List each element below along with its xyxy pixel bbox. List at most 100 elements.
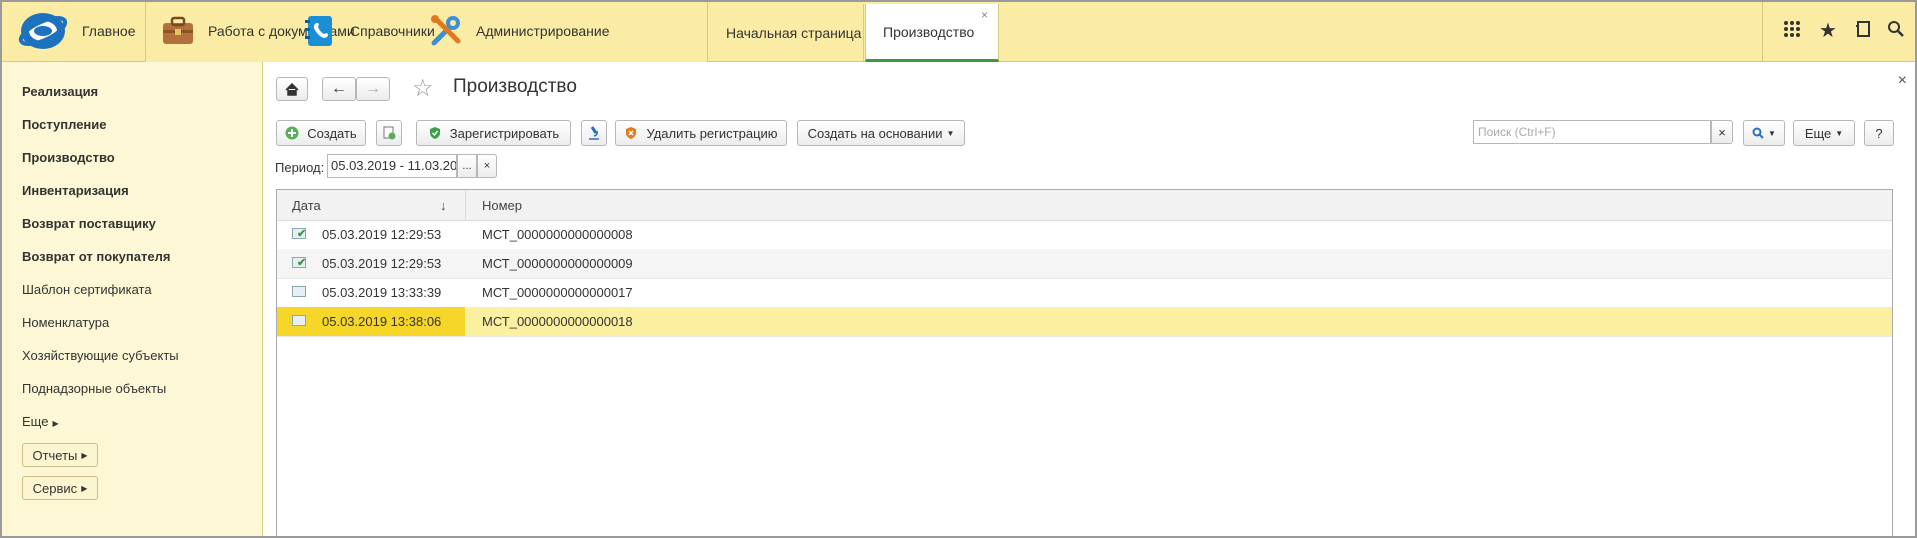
tab-production[interactable]: Производство × — [865, 4, 999, 62]
sidebar-item-inventory[interactable]: Инвентаризация — [22, 183, 129, 198]
row-date: 05.03.2019 13:33:39 — [322, 285, 442, 300]
close-form-icon[interactable]: × — [1898, 72, 1907, 90]
service-button-label: Сервис — [32, 480, 78, 496]
clear-icon: × — [1718, 124, 1726, 140]
row-date: 05.03.2019 13:38:06 — [322, 314, 442, 329]
sidebar-item-more[interactable]: Еще ▶ — [22, 414, 59, 429]
app-logo-icon — [18, 13, 68, 49]
sidebar-item-production[interactable]: Производство — [22, 150, 115, 165]
sidebar-item-certificate-template[interactable]: Шаблон сертификата — [22, 282, 152, 297]
section-administration-label: Администрирование — [476, 23, 610, 39]
delete-registration-button-label: Удалить регистрацию — [646, 125, 778, 141]
add-circle-icon — [285, 126, 299, 140]
row-number: МСТ_0000000000000008 — [482, 227, 633, 242]
home-section-label: Главное — [82, 23, 136, 39]
reports-button-label: Отчеты — [32, 447, 78, 463]
documents-table: Дата ↓ Номер ✔ 05.03.2019 12:29:53 МСТ_0… — [276, 189, 1893, 538]
document-icon — [292, 315, 306, 326]
table-row[interactable]: 05.03.2019 13:33:39 МСТ_0000000000000017 — [277, 278, 1892, 308]
more-button[interactable]: Еще ▼ — [1793, 120, 1855, 146]
posted-check-icon: ✔ — [297, 257, 307, 269]
register-button-label: Зарегистрировать — [449, 125, 560, 141]
sidebar-item-supervised-objects[interactable]: Поднадзорные объекты — [22, 381, 166, 396]
help-icon: ? — [1875, 125, 1883, 141]
history-glyph — [1856, 21, 1870, 37]
home-button[interactable] — [276, 77, 308, 101]
help-button[interactable]: ? — [1864, 120, 1894, 146]
row-number: МСТ_0000000000000009 — [482, 256, 633, 271]
search-icon[interactable] — [1885, 20, 1907, 42]
service-button[interactable]: Сервис ▶ — [22, 476, 98, 500]
back-button[interactable]: ← — [322, 77, 356, 101]
row-number: МСТ_0000000000000017 — [482, 285, 633, 300]
tab-close-icon[interactable]: × — [981, 8, 988, 22]
top-bar: Главное Работа с документами Справочники — [0, 0, 1917, 62]
row-number: МСТ_0000000000000018 — [482, 314, 633, 329]
apps-grid-glyph — [1784, 21, 1800, 37]
clear-icon: × — [483, 160, 491, 172]
period-clear-button[interactable]: × — [477, 154, 497, 178]
create-button-label: Создать — [307, 125, 357, 141]
sort-arrow-icon: ↓ — [440, 198, 447, 213]
section-administration[interactable]: Администрирование — [428, 0, 610, 62]
chevron-down-icon: ▼ — [1768, 128, 1776, 138]
chevron-down-icon: ▼ — [1835, 128, 1844, 138]
navigation-panel: Реализация Поступление Производство Инве… — [0, 62, 263, 538]
sidebar-item-more-label: Еще — [22, 414, 49, 429]
history-icon[interactable] — [1853, 20, 1875, 42]
column-divider[interactable] — [465, 190, 466, 220]
search-input[interactable]: Поиск (Ctrl+F) — [1473, 120, 1711, 144]
create-button[interactable]: Создать — [276, 120, 366, 146]
ellipsis-icon: ... — [462, 160, 472, 172]
forward-button[interactable]: → — [356, 77, 390, 101]
sidebar-item-receipts[interactable]: Поступление — [22, 117, 107, 132]
create-based-on-button-label: Создать на основании — [807, 125, 943, 141]
sidebar-item-business-entities[interactable]: Хозяйствующие субъекты — [22, 348, 179, 363]
toolbar-right: ★ — [1762, 0, 1917, 62]
search-icon — [1752, 127, 1764, 139]
section-references[interactable]: Справочники — [302, 0, 435, 62]
tab-start-page-label: Начальная страница — [726, 25, 862, 41]
triangle-right-icon: ▶ — [81, 450, 88, 460]
apps-grid-icon[interactable] — [1781, 20, 1803, 42]
section-panel: Работа с документами Справочники Админис… — [146, 0, 708, 62]
favorite-star-icon[interactable]: ☆ — [412, 74, 434, 103]
tab-start-page[interactable]: Начальная страница — [709, 4, 864, 62]
microscope-button[interactable] — [581, 120, 607, 146]
page-title: Производство — [453, 76, 577, 97]
delete-registration-button[interactable]: Удалить регистрацию — [615, 120, 787, 146]
create-based-on-button[interactable]: Создать на основании ▼ — [797, 120, 965, 146]
search-options-button[interactable]: ▼ — [1743, 120, 1785, 146]
column-header-date[interactable]: Дата — [292, 198, 321, 213]
row-date: 05.03.2019 12:29:53 — [322, 256, 442, 271]
arrow-left-icon: ← — [331, 80, 347, 97]
posted-check-icon: ✔ — [297, 228, 307, 240]
home-section[interactable]: Главное — [0, 0, 146, 62]
sidebar-item-return-to-supplier[interactable]: Возврат поставщику — [22, 216, 156, 231]
sidebar-item-sales[interactable]: Реализация — [22, 84, 98, 99]
shield-check-icon — [429, 127, 440, 139]
briefcase-icon — [163, 16, 193, 44]
register-button[interactable]: Зарегистрировать — [416, 120, 571, 146]
row-date: 05.03.2019 12:29:53 — [322, 227, 442, 242]
column-header-number[interactable]: Номер — [482, 198, 522, 213]
reports-button[interactable]: Отчеты ▶ — [22, 443, 98, 467]
triangle-right-icon: ▶ — [52, 419, 59, 428]
table-row[interactable]: ✔ 05.03.2019 12:29:53 МСТ_00000000000000… — [277, 249, 1892, 279]
search-clear-button[interactable]: × — [1711, 120, 1733, 144]
table-header: Дата ↓ Номер — [277, 190, 1892, 221]
favorites-star-icon[interactable]: ★ — [1817, 20, 1839, 42]
period-select-button[interactable]: ... — [457, 154, 477, 178]
arrow-right-icon: → — [365, 80, 381, 97]
shield-remove-icon — [626, 127, 637, 139]
more-button-label: Еще — [1804, 125, 1832, 141]
search-glyph — [1888, 21, 1904, 37]
sidebar-item-return-from-customer[interactable]: Возврат от покупателя — [22, 249, 170, 264]
table-row[interactable]: ✔ 05.03.2019 12:29:53 МСТ_00000000000000… — [277, 220, 1892, 250]
copy-document-icon — [383, 126, 396, 140]
table-row-selected[interactable]: 05.03.2019 13:38:06 МСТ_0000000000000018 — [277, 307, 1892, 337]
sidebar-item-nomenclature[interactable]: Номенклатура — [22, 315, 109, 330]
period-field[interactable]: 05.03.2019 - 11.03.201 — [327, 154, 457, 178]
chevron-down-icon: ▼ — [946, 128, 955, 138]
create-copy-button[interactable] — [376, 120, 402, 146]
